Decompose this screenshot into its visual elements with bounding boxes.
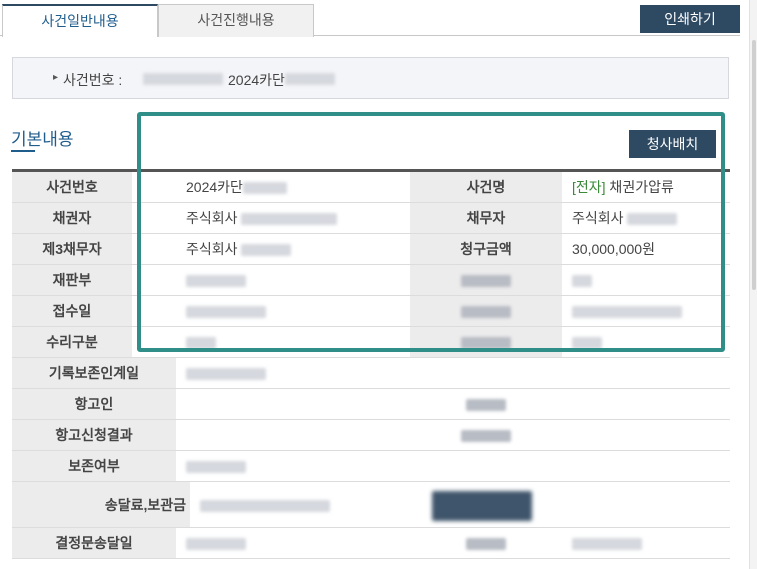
value-cell [176,296,408,326]
header-cell: 청구금액 [410,234,562,264]
redacted-text [461,275,511,288]
table-row: 기록보존인계일 [12,358,730,389]
redacted-text [186,337,216,350]
tab-bar: 사건일반내용 사건진행내용 [0,0,740,37]
value-cell [562,265,730,295]
header-cell [410,265,562,295]
redacted-text [466,399,506,412]
redacted-text [186,306,266,319]
debtor-text: 주식회사 [572,210,628,226]
header-cell: 송달료,보관금 [12,482,190,527]
case-number-text: 2024카단 [186,179,243,195]
table-row: 수리구분 [12,327,730,358]
table-row: 사건번호 2024카단 사건명 [전자] 채권가압류 [12,172,730,203]
redacted-text [241,244,292,257]
redacted-text [242,182,287,195]
tab-case-general[interactable]: 사건일반내용 [2,4,158,37]
table-row: 접수일 [12,296,730,327]
redacted-text [432,491,532,522]
header-cell [410,327,562,357]
table-row: 제3채무자 주식회사 청구금액 30,000,000원 [12,234,730,265]
value-cell [190,482,410,527]
value-cell [176,528,408,558]
redacted-text [572,275,592,288]
header-cell [410,420,562,450]
redacted-text [241,213,338,226]
redacted-text [461,430,511,443]
value-cell: 2024카단 [176,172,408,202]
header-cell: 결정문송달일 [12,528,176,558]
header-cell: 채권자 [12,203,132,233]
electronic-tag: [전자] [572,179,606,195]
redacted-text [572,306,682,319]
header-cell: 사건번호 [12,172,132,202]
table-row: 보존여부 [12,451,730,482]
courtroom-assign-button[interactable]: 청사배치 [629,130,716,158]
table-row: 항고인 [12,389,730,420]
case-info-table: 사건번호 2024카단 사건명 [전자] 채권가압류 채권자 주식회사 채무자 … [12,169,730,564]
redacted-text [186,368,266,381]
value-cell [562,327,730,357]
header-cell: 보존여부 [12,451,176,481]
table-row: 재판부 [12,265,730,296]
case-number-value: 2024카단 [228,72,285,88]
value-cell: 주식회사 [176,234,408,264]
redacted-text [186,461,246,474]
header-cell: 제3채무자 [12,234,132,264]
value-cell [562,528,730,558]
header-cell [410,296,562,326]
bullet-icon: ▸ [53,72,59,83]
redacted-text [200,500,330,513]
redacted-text [572,538,642,551]
value-cell [176,265,408,295]
header-cell: 채무자 [410,203,562,233]
value-cell: 주식회사 [176,203,408,233]
redacted-text [627,213,678,226]
tab-case-progress[interactable]: 사건진행내용 [158,4,314,37]
redacted-text [461,337,511,350]
third-debtor-text: 주식회사 [186,241,242,257]
scrollbar[interactable] [749,0,757,569]
value-cell: 30,000,000원 [572,241,655,257]
section-title: 기본내용 [11,130,74,149]
table-row: 항고신청결과 [12,420,730,451]
case-number-box: ▸ 사건번호 : 2024카단 [12,57,729,99]
table-row: 채권자 주식회사 채무자 주식회사 [12,203,730,234]
scrollbar-thumb[interactable] [752,40,756,290]
value-cell: [전자] 채권가압류 [562,172,730,202]
redacted-text [572,337,602,350]
header-cell: 수리구분 [12,327,132,357]
section-title-underline [11,150,35,152]
value-cell: 주식회사 [562,203,730,233]
table-row: 송달료,보관금 [12,482,730,528]
header-cell: 항고인 [12,389,176,419]
header-cell: 재판부 [12,265,132,295]
redacted-text [143,73,223,85]
value-cell [176,451,408,481]
table-row: 결정문송달일 [12,528,730,559]
case-name-text: 채권가압류 [605,179,674,195]
value-cell [562,296,730,326]
value-cell [422,482,542,527]
redacted-text [285,73,335,85]
case-number-label: 사건번호 : [63,72,123,88]
header-cell: 접수일 [12,296,132,326]
redacted-text [186,275,246,288]
header-cell [410,528,562,558]
header-cell: 기록보존인계일 [12,358,176,388]
header-cell: 항고신청결과 [12,420,176,450]
header-cell [410,389,562,419]
header-cell: 사건명 [410,172,562,202]
redacted-text [461,306,511,319]
redacted-text [186,538,246,551]
print-button[interactable]: 인쇄하기 [640,5,740,33]
value-cell [176,327,408,357]
value-cell [176,358,408,388]
creditor-text: 주식회사 [186,210,242,226]
redacted-text [466,538,506,551]
